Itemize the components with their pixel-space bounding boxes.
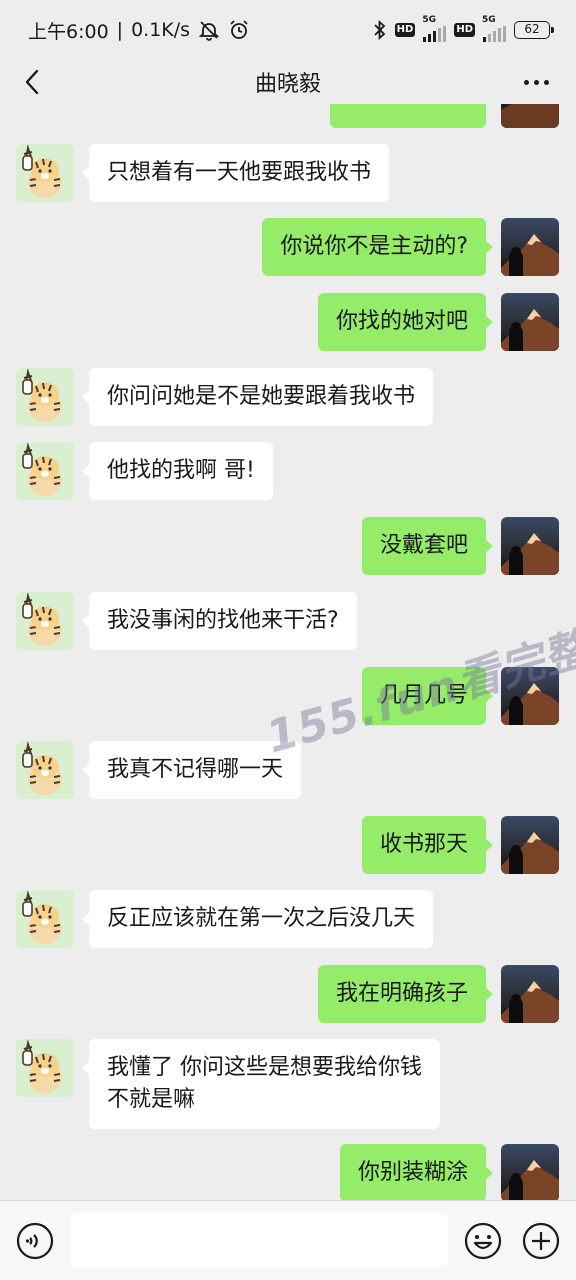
my-avatar[interactable] [501, 517, 559, 575]
status-net-speed: 0.1K/s [131, 19, 191, 41]
my-avatar[interactable] [501, 1144, 559, 1200]
sent-message: 我在明确孩子 [317, 965, 559, 1023]
message-bubble[interactable]: 反正应该就在第一次之后没几天 [81, 890, 434, 948]
contact-avatar[interactable] [16, 1039, 74, 1097]
status-separator: | [116, 19, 124, 41]
more-dot-icon [533, 79, 539, 85]
status-left: 上午6:00 | 0.1K/s [28, 17, 250, 44]
message-bubble[interactable]: 只想着有一天他要跟我收书 [81, 144, 390, 202]
message-bubble[interactable]: 收书那天 [361, 816, 494, 874]
received-message: 我懂了 你问这些是想要我给你钱 不就是嘛 [16, 1039, 440, 1129]
received-message: 只想着有一天他要跟我收书 [16, 144, 390, 202]
status-bar: 上午6:00 | 0.1K/s HD 5G HD 5G 62 [0, 0, 576, 60]
contact-avatar[interactable] [16, 741, 74, 799]
received-message: 我真不记得哪一天 [16, 741, 302, 799]
alarm-icon [228, 19, 250, 41]
my-avatar[interactable] [501, 816, 559, 874]
status-time: 上午6:00 [28, 20, 109, 43]
contact-avatar[interactable] [16, 592, 74, 650]
my-avatar[interactable] [501, 104, 559, 128]
received-message: 我没事闲的找他来干活? [16, 592, 357, 650]
contact-avatar[interactable] [16, 442, 74, 500]
message-bubble[interactable]: 你说你不是主动的? [262, 218, 493, 276]
message-bubble[interactable]: 我没事闲的找他来干活? [82, 592, 357, 650]
contact-avatar[interactable] [16, 368, 74, 426]
received-message: 他找的我啊 哥! [16, 442, 273, 500]
sent-message: 你别装糊涂 [339, 1144, 559, 1200]
message-bubble[interactable]: 我真不记得哪一天 [81, 741, 302, 799]
more-options-button[interactable] [516, 66, 556, 98]
status-right: HD 5G HD 5G 62 [373, 15, 554, 42]
battery-icon: 62 [514, 21, 554, 39]
received-message: 反正应该就在第一次之后没几天 [16, 890, 434, 948]
chat-area[interactable]: 只想着有一天他要跟我收书你说你不是主动的? 你找的她对吧你问问她是不是她要跟着我收… [0, 104, 576, 1200]
chat-title: 曲晓毅 [254, 72, 321, 97]
emoji-icon [464, 1222, 502, 1260]
received-message: 你问问她是不是她要跟着我收书 [16, 368, 434, 426]
message-bubble[interactable]: 你找的她对吧 [317, 293, 494, 351]
message-bubble[interactable]: 你别装糊涂 [339, 1144, 494, 1200]
my-avatar[interactable] [501, 218, 559, 276]
voice-button[interactable] [16, 1222, 54, 1260]
partial-sent-bubble [330, 104, 486, 128]
message-bubble[interactable]: 你问问她是不是她要跟着我收书 [81, 368, 434, 426]
more-dot-icon [543, 79, 549, 85]
bluetooth-icon [373, 20, 387, 40]
chat-header: 曲晓毅 [0, 60, 576, 104]
message-input[interactable] [70, 1213, 448, 1267]
message-bubble[interactable]: 没戴套吧 [361, 517, 494, 575]
contact-avatar[interactable] [16, 144, 74, 202]
sent-message: 你找的她对吧 [317, 293, 559, 351]
mute-icon [198, 19, 220, 41]
input-bar [0, 1200, 576, 1280]
back-arrow-icon [25, 69, 39, 95]
voice-icon [16, 1222, 54, 1260]
sent-message: 没戴套吧 [361, 517, 559, 575]
my-avatar[interactable] [501, 965, 559, 1023]
signal-icon-1: 5G [422, 15, 447, 42]
more-functions-button[interactable] [522, 1222, 560, 1260]
contact-avatar[interactable] [16, 890, 74, 948]
message-bubble[interactable]: 我在明确孩子 [317, 965, 494, 1023]
sent-message: 收书那天 [361, 816, 559, 874]
more-dot-icon [523, 79, 529, 85]
my-avatar[interactable] [501, 293, 559, 351]
message-bubble[interactable]: 我懂了 你问这些是想要我给你钱 不就是嘛 [82, 1039, 440, 1129]
message-bubble[interactable]: 他找的我啊 哥! [82, 442, 273, 500]
sent-message: 你说你不是主动的? [262, 218, 559, 276]
back-button[interactable] [16, 66, 48, 98]
hd-badge-1: HD [394, 23, 416, 37]
plus-icon [522, 1222, 560, 1260]
emoji-button[interactable] [464, 1222, 502, 1260]
signal-icon-2: 5G [482, 15, 506, 42]
hd-badge-2: HD [454, 23, 475, 37]
